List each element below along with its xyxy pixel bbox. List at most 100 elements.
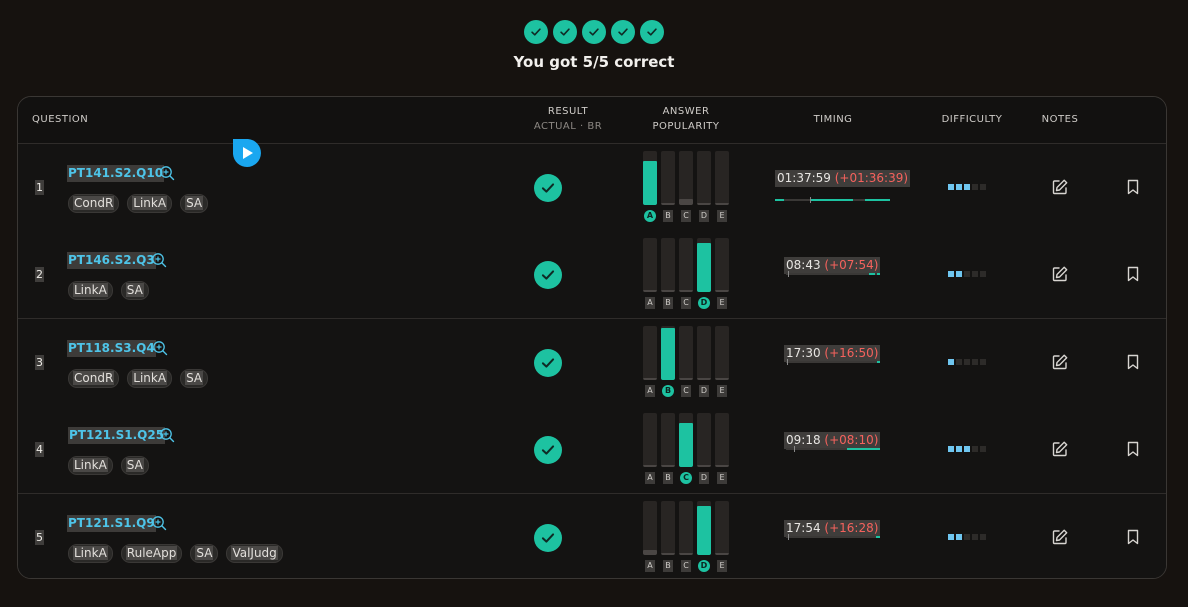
choice-letter: D — [699, 472, 709, 485]
zoom-in-icon[interactable] — [159, 165, 175, 181]
tag[interactable]: RuleApp — [120, 543, 183, 563]
popularity-bar — [715, 238, 729, 293]
timing-value: 17:30 (+16:50) — [784, 344, 881, 362]
bookmark-icon[interactable] — [1124, 265, 1142, 283]
question-id-link[interactable]: PT121.S1.Q9 — [67, 514, 156, 532]
edit-note-icon[interactable] — [1051, 440, 1069, 458]
choice-letter: E — [717, 297, 727, 310]
tag[interactable]: SA — [120, 281, 149, 301]
col-result: RESULT ACTUAL · BR — [523, 104, 613, 134]
choice-letter: D — [699, 384, 709, 397]
choice-letter: E — [717, 210, 727, 222]
bookmark-icon[interactable] — [1124, 178, 1142, 196]
popularity-fill — [679, 422, 693, 468]
popularity-fill — [643, 377, 657, 380]
timing-tick — [787, 271, 789, 278]
score-checks — [524, 20, 664, 44]
popularity-fill — [715, 203, 729, 205]
answer-popularity: ABCDE — [643, 500, 731, 575]
choice-letter: A — [645, 559, 655, 572]
zoom-in-icon[interactable] — [159, 427, 175, 443]
popularity-bar — [643, 500, 657, 555]
col-result-label: RESULT — [547, 106, 589, 117]
edit-note-icon[interactable] — [1051, 178, 1069, 196]
timing-tick — [809, 197, 811, 203]
table-row: 2 PT146.S2.Q3 LinkA SA A B C D E 08:43 (+07:54) — [18, 231, 1166, 320]
popularity-fill — [715, 290, 729, 293]
tag-list: LinkA SA — [68, 456, 149, 476]
zoom-in-icon[interactable] — [151, 515, 167, 531]
difficulty-square — [964, 533, 970, 540]
score-check-icon — [611, 20, 635, 44]
difficulty-square — [948, 533, 954, 540]
difficulty-meter — [948, 446, 986, 453]
tag[interactable]: LinkA — [68, 456, 113, 476]
popularity-fill — [643, 290, 657, 293]
difficulty-square — [948, 184, 954, 190]
difficulty-square — [980, 271, 986, 278]
tag[interactable]: SA — [180, 194, 209, 213]
result-correct-icon — [534, 436, 562, 465]
popularity-fill — [679, 290, 693, 293]
tag[interactable]: SA — [190, 543, 219, 563]
choice-letter: A — [645, 472, 655, 485]
bookmark-icon[interactable] — [1124, 528, 1142, 546]
popularity-fill — [679, 552, 693, 555]
popularity-fill — [679, 198, 693, 205]
edit-note-icon[interactable] — [1051, 353, 1069, 371]
popularity-fill — [715, 552, 729, 555]
choice-letter: A — [645, 297, 655, 310]
popularity-fill — [643, 160, 657, 205]
question-id-link[interactable]: PT141.S2.Q10 — [67, 165, 165, 182]
choice-letter: D — [699, 210, 709, 222]
bookmark-icon[interactable] — [1124, 353, 1142, 371]
difficulty-square — [956, 184, 962, 190]
popularity-fill — [661, 465, 675, 468]
bookmark-icon[interactable] — [1124, 440, 1142, 458]
popularity-fill — [697, 242, 711, 293]
question-id-link[interactable]: PT118.S3.Q4 — [67, 339, 156, 357]
row-number: 4 — [35, 442, 44, 458]
timing-tick — [787, 533, 789, 540]
col-difficulty: DIFFICULTY — [941, 114, 1003, 125]
timing-track — [775, 197, 890, 203]
choice-letter: C — [681, 559, 691, 572]
question-id-link[interactable]: PT146.S2.Q3 — [67, 252, 156, 270]
tag-list: CondR LinkA SA — [68, 368, 209, 388]
popularity-bar — [679, 151, 693, 205]
popularity-fill — [661, 203, 675, 205]
tag[interactable]: SA — [180, 368, 209, 388]
answer-popularity: ABCDE — [643, 151, 731, 225]
tag[interactable]: ValJudg — [226, 543, 283, 563]
table-row: 4 PT121.S1.Q25 LinkA SA A B C D E 09:18 (+08:10) — [18, 406, 1166, 495]
timing-tick — [786, 358, 788, 365]
zoom-in-icon[interactable] — [152, 340, 168, 356]
question-id-link[interactable]: PT121.S1.Q25 — [68, 427, 166, 445]
choice-letter: B — [662, 384, 674, 397]
difficulty-square — [948, 446, 954, 453]
edit-note-icon[interactable] — [1051, 528, 1069, 546]
tag[interactable]: LinkA — [68, 281, 113, 301]
popularity-bar — [661, 325, 675, 380]
zoom-in-icon[interactable] — [151, 252, 167, 268]
tag[interactable]: SA — [120, 456, 149, 476]
edit-note-icon[interactable] — [1051, 265, 1069, 283]
tag[interactable]: CondR — [68, 194, 120, 213]
popularity-fill — [661, 552, 675, 555]
timing-value: 09:18 (+08:10) — [784, 432, 881, 450]
popularity-fill — [697, 506, 711, 555]
popularity-fill — [715, 377, 729, 380]
popularity-bar — [697, 500, 711, 555]
tag[interactable]: LinkA — [127, 368, 173, 388]
popularity-bar — [679, 413, 693, 468]
tag[interactable]: CondR — [68, 368, 120, 388]
tag[interactable]: LinkA — [68, 543, 113, 563]
timing-segment — [868, 273, 876, 276]
tag[interactable]: LinkA — [127, 194, 173, 213]
timing-value: 08:43 (+07:54) — [784, 257, 881, 275]
score-text: You got 5/5 correct — [513, 53, 675, 71]
choice-letter: B — [663, 210, 673, 222]
col-result-sub: ACTUAL · BR — [533, 121, 603, 132]
popularity-fill — [661, 290, 675, 293]
choice-letter: A — [645, 384, 655, 397]
